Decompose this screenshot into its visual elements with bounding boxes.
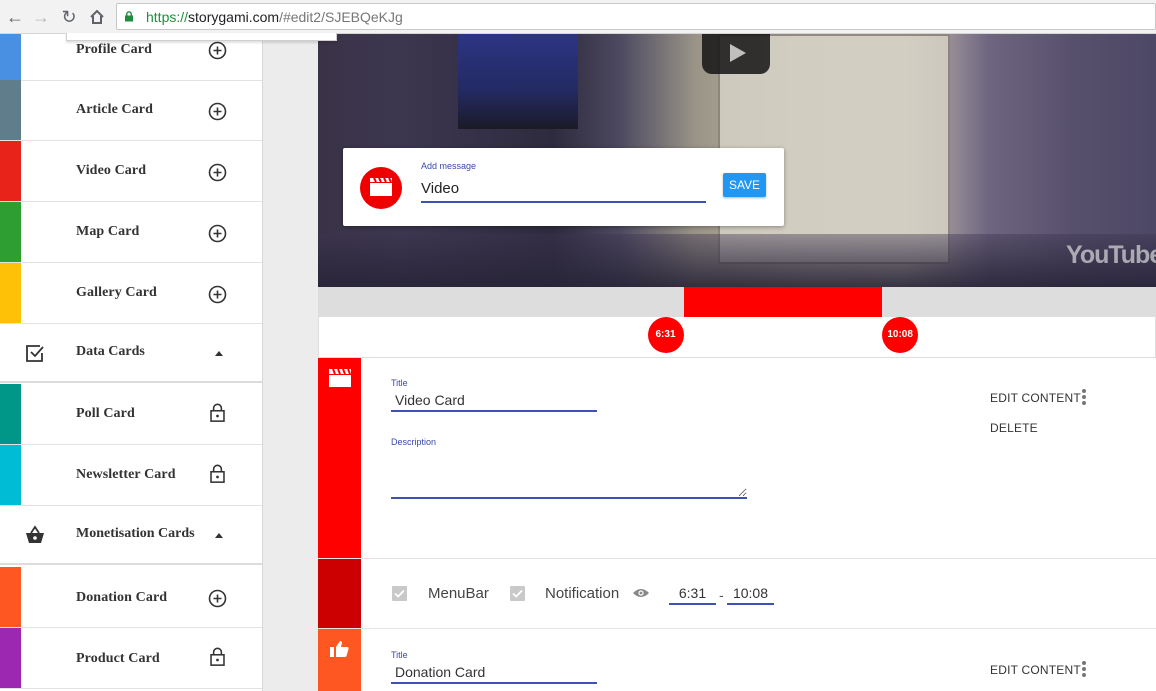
sidebar-item-label: Map Card <box>76 224 140 239</box>
add-circle-icon[interactable] <box>208 589 227 608</box>
lock-icon <box>210 647 225 666</box>
play-icon <box>730 44 746 62</box>
section-label: Monetisation Cards <box>76 526 195 541</box>
color-stripe <box>0 34 21 80</box>
reload-icon[interactable]: ↻ <box>58 6 80 28</box>
sidebar-item-label: Profile Card <box>76 42 152 57</box>
video-scene-floor <box>318 234 1156 287</box>
sidebar-item-gallery-card[interactable]: Gallery Card <box>0 263 262 324</box>
caret-up-icon[interactable] <box>215 351 223 356</box>
section-label: Data Cards <box>76 344 145 359</box>
sidebar-item-label: Donation Card <box>76 590 168 605</box>
sidebar-item-label: Video Card <box>76 163 147 178</box>
title-field-label: Title <box>391 378 408 388</box>
card-color-bar <box>318 358 361 558</box>
forward-arrow-icon[interactable]: → <box>30 6 52 28</box>
sidebar-item-profile-card[interactable]: Profile Card <box>0 34 262 81</box>
color-stripe <box>0 384 21 444</box>
browser-toolbar: ← → ↻ https://storygami.com/#edit2/SJEBQ… <box>0 0 1156 34</box>
sidebar-item-newsletter-card[interactable]: Newsletter Card <box>0 445 262 506</box>
sidebar-item-article-card[interactable]: Article Card <box>0 80 262 141</box>
menubar-checkbox[interactable] <box>392 586 407 601</box>
description-textarea[interactable] <box>391 452 747 499</box>
color-stripe <box>0 141 21 201</box>
add-message-card: Add message SAVE <box>343 148 784 226</box>
title-field-label: Title <box>391 650 408 660</box>
message-input[interactable] <box>421 176 706 203</box>
message-field-label: Add message <box>421 161 477 171</box>
lock-icon <box>210 403 225 422</box>
add-circle-icon[interactable] <box>208 224 227 243</box>
lock-icon <box>125 11 133 22</box>
sidebar-item-video-card[interactable]: Video Card <box>0 141 262 202</box>
card-options-row: MenuBar Notification - <box>318 558 1156 628</box>
video-scene-figure <box>458 34 578 129</box>
sidebar-item-label: Product Card <box>76 651 160 666</box>
video-card-editor: Title Description EDIT CONTENT DELETE <box>318 358 1156 558</box>
sidebar-item-poll-card[interactable]: Poll Card <box>0 384 262 445</box>
edit-content-button[interactable]: EDIT CONTENT <box>990 391 1081 405</box>
timeline-start-handle[interactable]: 6:31 <box>647 317 684 353</box>
lock-icon <box>210 464 225 483</box>
title-input[interactable] <box>391 662 597 684</box>
color-stripe <box>0 263 21 323</box>
description-field-label: Description <box>391 437 437 447</box>
color-stripe <box>0 628 21 688</box>
color-stripe <box>0 567 21 627</box>
add-circle-icon[interactable] <box>208 163 227 182</box>
notification-label: Notification <box>545 585 620 602</box>
sidebar-item-label: Gallery Card <box>76 285 157 300</box>
dropdown-panel-edge <box>66 33 337 41</box>
donation-card-editor: Title EDIT CONTENT <box>318 628 1156 691</box>
end-time-input[interactable] <box>727 583 774 605</box>
save-button[interactable]: SAVE <box>723 173 766 197</box>
more-options-icon[interactable] <box>1082 389 1086 405</box>
back-arrow-icon[interactable]: ← <box>4 6 26 28</box>
start-time-input[interactable] <box>669 583 716 605</box>
checkbox-icon <box>26 345 44 362</box>
url-text: https://storygami.com/#edit2/SJEBQeKJg <box>146 9 403 25</box>
sidebar-item-product-card[interactable]: Product Card <box>0 628 262 689</box>
color-stripe <box>0 202 21 262</box>
delete-button[interactable]: DELETE <box>990 421 1038 435</box>
sidebar-item-label: Article Card <box>76 102 154 117</box>
add-circle-icon[interactable] <box>208 41 227 60</box>
basket-icon <box>26 525 44 543</box>
more-options-icon[interactable] <box>1082 661 1086 677</box>
timeline-end-handle[interactable]: 10:08 <box>882 317 919 353</box>
clapperboard-icon <box>360 167 402 209</box>
youtube-watermark: YouTube <box>1066 241 1156 269</box>
sidebar-section-monetisation-cards[interactable]: Monetisation Cards <box>0 506 262 565</box>
clapperboard-icon <box>329 368 351 387</box>
edit-content-button[interactable]: EDIT CONTENT <box>990 663 1081 677</box>
menubar-label: MenuBar <box>428 585 489 602</box>
sidebar-item-label: Poll Card <box>76 406 135 421</box>
color-stripe <box>0 80 21 140</box>
options-color-bar <box>318 559 361 628</box>
sidebar-item-label: Newsletter Card <box>76 467 176 482</box>
sidebar-item-map-card[interactable]: Map Card <box>0 202 262 263</box>
sidebar-section-data-cards[interactable]: Data Cards <box>0 324 262 383</box>
title-input[interactable] <box>391 390 597 412</box>
notification-checkbox[interactable] <box>510 586 525 601</box>
add-circle-icon[interactable] <box>208 285 227 304</box>
color-stripe <box>0 445 21 505</box>
caret-up-icon[interactable] <box>215 533 223 538</box>
add-circle-icon[interactable] <box>208 102 227 121</box>
home-icon[interactable] <box>86 6 108 28</box>
app-root: ← → ↻ https://storygami.com/#edit2/SJEBQ… <box>0 0 1156 691</box>
sidebar-item-donation-card[interactable]: Donation Card <box>0 567 262 628</box>
timeline-selected-range[interactable] <box>683 287 883 317</box>
play-button[interactable] <box>702 34 770 74</box>
eye-icon[interactable] <box>632 587 650 599</box>
card-sidebar: Profile Card Article Card Video Card Map… <box>0 34 263 691</box>
card-color-bar <box>318 629 361 691</box>
thumbs-up-icon <box>330 641 349 657</box>
address-bar[interactable]: https://storygami.com/#edit2/SJEBQeKJg <box>116 3 1156 30</box>
time-separator: - <box>719 587 724 603</box>
clip-timeline[interactable]: 6:31 10:08 <box>318 287 1156 358</box>
